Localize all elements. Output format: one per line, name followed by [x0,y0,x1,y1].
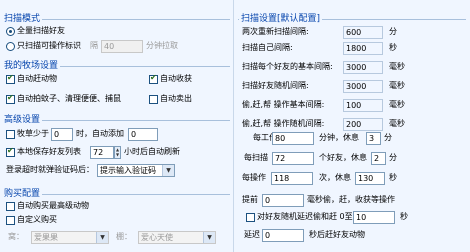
advanced-title: 高级设置 [2,112,43,125]
local-save-label[interactable]: 本地保存好友列表 [17,146,81,158]
scan-every-input[interactable]: 72 [272,152,314,165]
row-label: 扫描好友随机间隔: [242,81,309,90]
scan-self-interval-input[interactable]: 1800 [343,42,383,55]
auto-herd-checkbox[interactable] [6,73,15,84]
panel-divider [233,0,234,252]
shed-label: 棚： [116,232,132,241]
scan-friend-base-input[interactable]: 3000 [343,61,383,74]
local-save-checkbox[interactable] [6,146,15,157]
local-hours-spinner[interactable]: ▲ ▼ [114,146,121,159]
work-rest-input[interactable]: 3 [366,132,381,145]
early-label: 提前 [242,195,258,204]
scan-partial-label[interactable]: 只扫描可操作标识 [17,40,81,52]
shed-select[interactable]: 爱心天使 ▼ [138,231,216,244]
scan-friend-random-input[interactable]: 3000 [343,80,383,93]
rescan-interval-input[interactable]: 600 [343,26,383,39]
local-hours-unit: 小时后自动刷新 [124,147,180,156]
scan-all-label[interactable]: 全量扫描好友 [17,25,65,37]
interval-input[interactable]: 40 [101,40,143,53]
feed-threshold-input[interactable]: 0 [51,128,73,141]
scan-rest-unit: 分 [389,153,397,162]
delay-unit: 秒后赶好友动物 [309,230,365,239]
scan-mode-title: 扫描模式 [2,11,43,24]
delay-label: 延迟 [244,230,260,239]
row-unit: 毫秒 [389,62,405,71]
scan-partial-radio[interactable] [6,42,15,51]
interval-label: 隔 [90,41,98,50]
row-unit: 毫秒 [389,81,405,90]
captcha-select-value: 提示输入验证码 [100,166,156,175]
scan-every-label: 每扫描 [244,153,268,162]
chevron-down-icon[interactable]: ▼ [162,165,174,176]
delay-input[interactable]: 0 [262,229,304,242]
feed-checkbox[interactable] [6,130,15,139]
local-hours-input[interactable]: 72 [90,146,114,159]
work-rest-unit: 分 [384,133,392,142]
chevron-down-icon[interactable]: ▼ [203,232,215,243]
row-unit: 秒 [389,43,397,52]
early-unit: 毫秒偷，赶，收获等操作 [307,195,395,204]
random-delay-label[interactable]: 对好友随机延迟偷和赶 0至 [257,211,353,223]
row-unit: 毫秒 [389,100,405,109]
auto-herd-label[interactable]: 自动赶动物 [17,73,57,85]
op-unit: 次，休息 [319,173,351,182]
feed-add-input[interactable]: 0 [128,128,158,141]
op-rest-unit: 秒 [389,173,397,182]
auto-clean-checkbox[interactable] [6,93,15,104]
nest-select-value: 爱果果 [34,233,58,242]
auto-clean-label[interactable]: 自动拍蚊子、清理便便、捕鼠 [17,93,121,105]
row-label: 偷,赶,帮 操作随机间隔: [242,119,325,128]
random-delay-input[interactable]: 10 [353,211,395,224]
nest-select[interactable]: 爱果果 ▼ [31,231,109,244]
custom-buy-label[interactable]: 自定义购买 [17,214,57,226]
chevron-down-icon[interactable]: ▼ [96,232,108,243]
op-base-interval-input[interactable]: 100 [343,99,383,112]
random-delay-unit: 秒 [400,212,408,221]
op-count-input[interactable]: 118 [271,172,313,185]
scan-all-radio[interactable] [6,27,15,36]
captcha-label: 登录超时就弹验证码后： [6,165,94,174]
op-label: 每操作 [242,173,266,182]
auto-harvest-checkbox[interactable] [149,73,158,84]
scan-rest-input[interactable]: 2 [371,152,386,165]
row-label: 两次重新扫描间隔: [242,27,309,36]
feed-label[interactable]: 牧草少于 [17,128,49,140]
auto-harvest-label[interactable]: 自动收获 [160,73,192,85]
interval-unit: 分钟拉取 [146,41,178,50]
work-minutes-input[interactable]: 80 [272,132,314,145]
purchase-title: 购买配置 [2,186,43,199]
shed-select-value: 爱心天使 [141,233,173,242]
auto-sell-label[interactable]: 自动卖出 [160,93,192,105]
custom-buy-checkbox[interactable] [6,216,15,225]
auto-buy-checkbox[interactable] [6,202,15,211]
auto-buy-label[interactable]: 自动购买最高级动物 [17,200,89,212]
nest-label: 窝： [8,232,24,241]
row-label: 扫描每个好友的基本间隔: [242,62,333,71]
feed-mid-label: 时，自动添加 [76,129,124,138]
op-random-interval-input[interactable]: 200 [343,118,383,131]
captcha-select[interactable]: 提示输入验证码 ▼ [97,164,175,177]
scan-settings-title: 扫描设置[默认配置] [239,11,323,24]
ranch-title: 我的牧场设置 [2,58,61,71]
early-ms-input[interactable]: 0 [262,194,304,207]
row-label: 偷,赶,帮 操作基本间隔: [242,100,325,109]
auto-sell-checkbox[interactable] [149,95,158,104]
op-rest-input[interactable]: 130 [355,172,385,185]
random-delay-checkbox[interactable] [246,213,255,222]
row-label: 扫描自己间隔: [242,43,293,52]
row-unit: 毫秒 [389,119,405,128]
row-unit: 分 [389,27,397,36]
work-unit: 分钟，休息 [319,133,359,142]
scan-every-unit: 个好友，休息 [319,153,367,162]
